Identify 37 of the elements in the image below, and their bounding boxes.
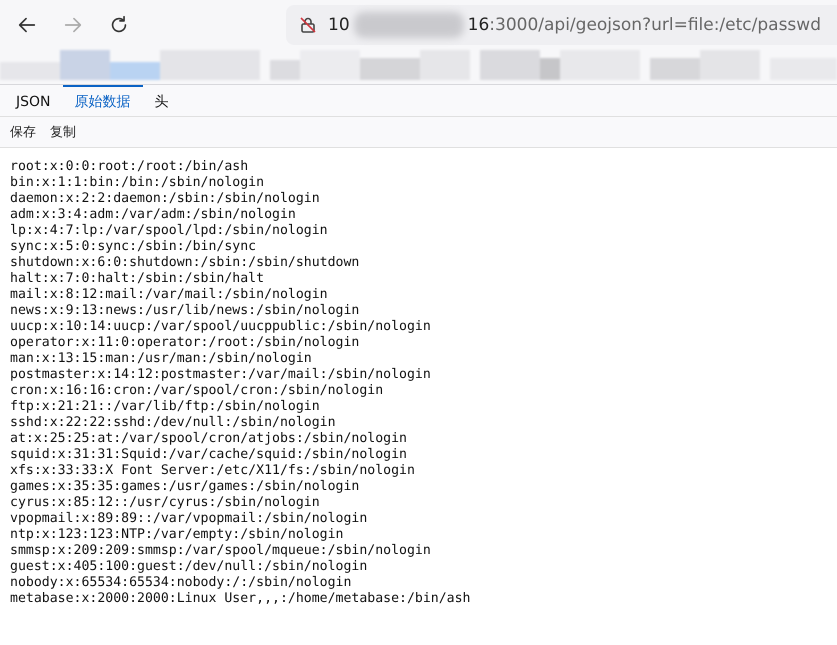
passwd-line: squid:x:31:31:Squid:/var/cache/squid:/sbin/nologin	[10, 447, 407, 463]
passwd-line: daemon:x:2:2:daemon:/sbin:/sbin/nologin	[10, 191, 320, 207]
url-text: :3000/api/geojson?url=file:/etc/passwd	[489, 15, 821, 35]
address-bar[interactable]: 10 16:3000/api/geojson?url=file:/etc/passwd	[286, 5, 837, 45]
passwd-line: root:x:0:0:root:/root:/bin/ash	[10, 159, 248, 175]
passwd-line: metabase:x:2000:2000:Linux User,,,:/home/metabase:/bin/ash	[10, 591, 470, 607]
passwd-line: operator:x:11:0:operator:/root:/sbin/nologin	[10, 335, 360, 351]
passwd-line: uucp:x:10:14:uucp:/var/spool/uucppublic:/sbin/nologin	[10, 319, 431, 335]
toolbar-button[interactable]: 复制	[44, 121, 82, 143]
passwd-line: postmaster:x:14:12:postmaster:/var/mail:/sbin/nologin	[10, 367, 431, 383]
passwd-line: nobody:x:65534:65534:nobody:/:/sbin/nologin	[10, 575, 352, 591]
passwd-line: ftp:x:21:21::/var/lib/ftp:/sbin/nologin	[10, 399, 320, 415]
passwd-line: games:x:35:35:games:/usr/games:/sbin/nologin	[10, 479, 360, 495]
passwd-line: mail:x:8:12:mail:/var/mail:/sbin/nologin	[10, 287, 328, 303]
passwd-line: vpopmail:x:89:89::/var/vpopmail:/sbin/nologin	[10, 511, 368, 527]
viewer-tab[interactable]: 头	[142, 85, 181, 116]
passwd-line: adm:x:3:4:adm:/var/adm:/sbin/nologin	[10, 207, 296, 223]
url-text: 10	[328, 15, 350, 35]
viewer-tab[interactable]: JSON	[4, 85, 63, 116]
passwd-line: bin:x:1:1:bin:/bin:/sbin/nologin	[10, 175, 264, 191]
passwd-line: sshd:x:22:22:sshd:/dev/null:/sbin/nologin	[10, 415, 336, 431]
passwd-line: sync:x:5:0:sync:/sbin:/bin/sync	[10, 239, 256, 255]
passwd-line: ntp:x:123:123:NTP:/var/empty:/sbin/nologin	[10, 527, 344, 543]
passwd-line: news:x:9:13:news:/usr/lib/news:/sbin/nologin	[10, 303, 360, 319]
passwd-line: at:x:25:25:at:/var/spool/cron/atjobs:/sbin/nologin	[10, 431, 407, 447]
passwd-line: cron:x:16:16:cron:/var/spool/cron:/sbin/nologin	[10, 383, 384, 399]
passwd-line: cyrus:x:85:12::/usr/cyrus:/sbin/nologin	[10, 495, 320, 511]
passwd-line: xfs:x:33:33:X Font Server:/etc/X11/fs:/sbin/nologin	[10, 463, 415, 479]
url-text: 16	[468, 15, 490, 35]
insecure-lock-icon	[298, 15, 318, 35]
passwd-line: lp:x:4:7:lp:/var/spool/lpd:/sbin/nologin	[10, 223, 328, 239]
passwd-line: smmsp:x:209:209:smmsp:/var/spool/mqueue:/sbin/nologin	[10, 543, 431, 559]
passwd-line: halt:x:7:0:halt:/sbin:/sbin/halt	[10, 271, 264, 287]
toolbar-button[interactable]: 保存	[4, 121, 42, 143]
passwd-line: man:x:13:15:man:/usr/man:/sbin/nologin	[10, 351, 312, 367]
passwd-line: shutdown:x:6:0:shutdown:/sbin:/sbin/shutdown	[10, 255, 360, 271]
passwd-line: guest:x:405:100:guest:/dev/null:/sbin/nologin	[10, 559, 368, 575]
